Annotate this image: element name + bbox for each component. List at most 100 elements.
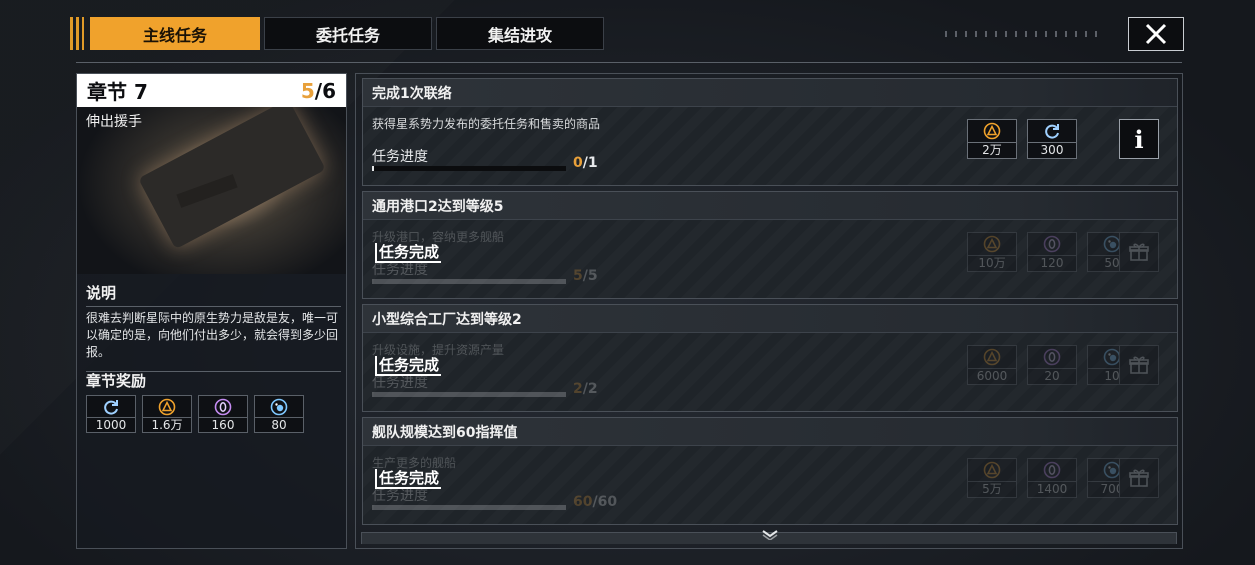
info-button[interactable]: i — [1119, 119, 1159, 159]
task-complete-label: 任务完成 — [375, 469, 442, 489]
close-button[interactable] — [1128, 17, 1184, 51]
chapter-reward-item[interactable]: 80 — [254, 395, 304, 433]
progress-label: 任务进度 — [372, 149, 428, 165]
reward-list: 1000 1.6万 160 80 — [86, 395, 341, 433]
claimed-reward-box — [1119, 345, 1159, 385]
progress-current: 5 — [573, 268, 583, 284]
chapter-progress-total: /6 — [314, 78, 336, 103]
chapter-description: 说明 很难去判断星际中的原生势力是敌是友，唯一可以确定的是，向他们付出多少，就会… — [86, 282, 341, 375]
task-content: 升级设施，提升资源产量 任务进度 2/2 6000 20 10 — [363, 333, 1177, 411]
reward-value: 6000 — [968, 368, 1016, 384]
task-reward-item[interactable]: 20 — [1027, 345, 1077, 385]
tab-rally-attack[interactable]: 集结进攻 — [436, 17, 604, 50]
chapter-reward-item[interactable]: 1000 — [86, 395, 136, 433]
description-title: 说明 — [86, 284, 117, 302]
task-title: 完成1次联络 — [363, 79, 1177, 107]
reward-value: 160 — [199, 417, 247, 432]
triangle-coin-icon — [983, 120, 1001, 142]
chapter-title: 章节 7 — [87, 80, 148, 104]
chapter-progress: 5/6 — [301, 79, 336, 103]
tab-commission-quest[interactable]: 委托任务 — [264, 17, 432, 50]
reward-value: 300 — [1028, 142, 1076, 158]
task-rewards: 2万 300 — [967, 119, 1077, 159]
task-reward-item[interactable]: 10万 — [967, 232, 1017, 272]
task-reward-item[interactable]: 120 — [1027, 232, 1077, 272]
task-reward-item[interactable]: 6000 — [967, 345, 1017, 385]
progress-bar — [372, 166, 566, 171]
progress-current: 60 — [573, 494, 593, 510]
progress-total: /2 — [582, 381, 598, 397]
progress-fill — [374, 392, 566, 397]
task-card[interactable]: 通用港口2达到等级5 升级港口，容纳更多舰船 任务进度 5/5 10万 120 50 任务完成 — [362, 191, 1178, 299]
reward-title: 章节奖励 — [86, 372, 147, 390]
task-description: 获得星系势力发布的委托任务和售卖的商品 — [372, 117, 601, 131]
tab-bar: 主线任务 委托任务 集结进攻 — [70, 17, 608, 50]
task-rewards: 5万 1400 700 — [967, 458, 1137, 498]
header-divider — [76, 62, 1182, 63]
progress-value: 5/5 — [573, 268, 598, 284]
triangle-coin-icon — [158, 396, 176, 417]
reward-value: 10万 — [968, 255, 1016, 271]
task-reward-item[interactable]: 300 — [1027, 119, 1077, 159]
chapter-reward-item[interactable]: 1.6万 — [142, 395, 192, 433]
claimed-reward-box — [1119, 458, 1159, 498]
reward-value: 20 — [1028, 368, 1076, 384]
top-tick-decoration — [945, 31, 1105, 37]
task-card[interactable]: 舰队规模达到60指挥值 生产更多的舰船 任务进度 60/60 5万 1400 700 任务完成 — [362, 417, 1178, 525]
reward-value: 80 — [255, 417, 303, 432]
task-rewards: 6000 20 10 — [967, 345, 1137, 385]
task-reward-item[interactable]: 2万 — [967, 119, 1017, 159]
task-reward-item[interactable]: 1400 — [1027, 458, 1077, 498]
chapter-progress-current: 5 — [300, 78, 315, 103]
orb-icon — [270, 396, 288, 417]
tab-stripe-decoration — [70, 17, 84, 50]
divider — [86, 306, 341, 307]
chapter-artwork: 章节 7 5/6 伸出援手 — [77, 74, 346, 274]
task-title: 舰队规模达到60指挥值 — [363, 418, 1177, 446]
progress-total: /60 — [592, 494, 618, 510]
task-reward-item[interactable]: 5万 — [967, 458, 1017, 498]
chapter-reward-item[interactable]: 160 — [198, 395, 248, 433]
description-text: 很难去判断星际中的原生势力是敌是友，唯一可以确定的是，向他们付出多少，就会得到多… — [86, 311, 339, 359]
triangle-coin-icon — [983, 233, 1001, 255]
zero-crystal-icon — [1043, 233, 1061, 255]
chapter-rewards: 章节奖励 1000 1.6万 160 80 — [86, 370, 341, 433]
progress-value: 2/2 — [573, 381, 598, 397]
gift-icon — [1129, 469, 1149, 487]
refresh-icon — [1043, 120, 1061, 142]
chevron-down-icon[interactable] — [760, 528, 780, 540]
refresh-icon — [102, 396, 120, 417]
task-body: 生产更多的舰船 任务进度 60/60 5万 1400 700 任务完成 — [363, 446, 1177, 524]
task-content: 获得星系势力发布的委托任务和售卖的商品 任务进度 0/1 2万 300 — [363, 107, 1177, 185]
progress-current: 0 — [573, 155, 583, 171]
tab-main-quest[interactable]: 主线任务 — [90, 17, 260, 50]
progress-bar — [372, 505, 566, 510]
progress-total: /1 — [582, 155, 598, 171]
task-card[interactable]: 小型综合工厂达到等级2 升级设施，提升资源产量 任务进度 2/2 6000 20 10 任务完… — [362, 304, 1178, 412]
reward-value: 2万 — [968, 142, 1016, 158]
task-card[interactable]: 完成1次联络获得星系势力发布的委托任务和售卖的商品 任务进度 0/1 2万 300 i — [362, 78, 1178, 186]
task-complete-label: 任务完成 — [375, 356, 442, 376]
task-title: 小型综合工厂达到等级2 — [363, 305, 1177, 333]
task-rewards: 10万 120 50 — [967, 232, 1137, 272]
reward-value: 5万 — [968, 481, 1016, 497]
reward-value: 1000 — [87, 417, 135, 432]
chapter-title-bar: 章节 7 5/6 — [77, 74, 346, 107]
task-content: 升级港口，容纳更多舰船 任务进度 5/5 10万 120 50 — [363, 220, 1177, 298]
task-content: 生产更多的舰船 任务进度 60/60 5万 1400 700 — [363, 446, 1177, 524]
progress-fill — [374, 279, 566, 284]
reward-value: 1.6万 — [143, 417, 191, 432]
progress-value: 0/1 — [573, 155, 598, 171]
task-body: 获得星系势力发布的委托任务和售卖的商品 任务进度 0/1 2万 300 i — [363, 107, 1177, 185]
claimed-reward-box — [1119, 232, 1159, 272]
task-title: 通用港口2达到等级5 — [363, 192, 1177, 220]
progress-fill — [374, 505, 566, 510]
gift-icon — [1129, 243, 1149, 261]
task-list[interactable]: 完成1次联络获得星系势力发布的委托任务和售卖的商品 任务进度 0/1 2万 300 i 通用… — [355, 73, 1183, 549]
task-complete-label: 任务完成 — [375, 243, 442, 263]
progress-bar — [372, 392, 566, 397]
zero-crystal-icon — [1043, 459, 1061, 481]
close-icon — [1145, 23, 1167, 45]
gift-icon — [1129, 356, 1149, 374]
triangle-coin-icon — [983, 346, 1001, 368]
